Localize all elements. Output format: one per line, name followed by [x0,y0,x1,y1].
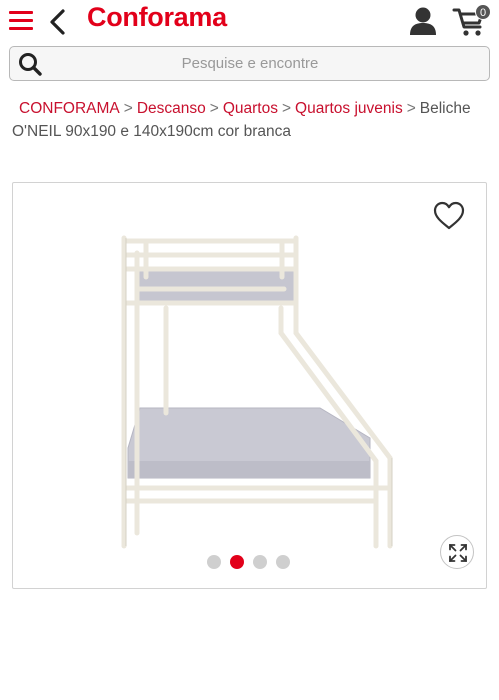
breadcrumb-link-descanso[interactable]: Descanso [137,100,206,117]
breadcrumb: CONFORAMA > Descanso > Quartos > Quartos juven… [12,97,487,143]
hamburger-menu-icon[interactable] [9,8,33,32]
breadcrumb-separator: > [209,100,219,117]
product-image-bunk-bed[interactable] [108,233,408,553]
breadcrumb-separator: > [123,100,133,117]
search-bar [9,46,490,81]
user-icon [410,7,436,35]
carousel-dot-4[interactable] [276,555,290,569]
breadcrumb-link-quartos[interactable]: Quartos [223,100,278,117]
top-header: Conforama 0 [0,0,499,42]
search-input[interactable] [50,47,450,80]
cart-button[interactable]: 0 [452,4,492,38]
carousel-dots [207,555,290,571]
search-icon[interactable] [18,52,42,76]
expand-arrows-icon [449,544,467,562]
product-image-gallery [12,182,487,589]
cart-count-badge: 0 [475,4,491,20]
conforama-logo[interactable]: Conforama [87,2,227,33]
carousel-dot-3[interactable] [253,555,267,569]
carousel-dot-2[interactable] [230,555,244,569]
heart-outline-icon [433,201,465,230]
wishlist-button[interactable] [433,201,465,231]
back-button[interactable] [46,8,70,36]
account-button[interactable] [409,6,437,36]
breadcrumb-link-quartos-juvenis[interactable]: Quartos juvenis [295,100,403,117]
carousel-dot-1[interactable] [207,555,221,569]
zoom-button[interactable] [440,535,474,569]
chevron-left-icon [50,9,65,35]
breadcrumb-separator: > [406,100,416,117]
breadcrumb-separator: > [281,100,292,117]
breadcrumb-link-home[interactable]: CONFORAMA [12,100,120,117]
